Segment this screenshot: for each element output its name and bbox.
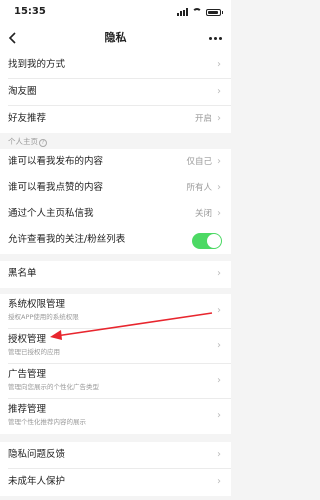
row-label: 淘友圈 <box>8 86 37 97</box>
row-who-see-posts[interactable]: 谁可以看我发布的内容 仅自己 › <box>0 149 231 176</box>
row-label: 允许查看我的关注/粉丝列表 <box>8 234 126 245</box>
row-value: 开启 <box>194 114 212 124</box>
row-label: 系统权限管理 <box>8 299 66 310</box>
toggle-knob <box>207 234 221 248</box>
status-time: 15:35 <box>14 6 46 17</box>
row-find-me[interactable]: 找到我的方式 › <box>0 52 231 79</box>
chevron-right-icon: › <box>217 59 221 70</box>
section-label: 个人主页? <box>8 137 47 147</box>
chevron-right-icon: › <box>217 268 221 279</box>
status-bar: 15:35 <box>0 0 231 24</box>
more-dots-icon[interactable] <box>205 30 225 46</box>
row-subtitle: 管理向您展示的个性化广告类型 <box>8 383 99 391</box>
section-header-personal: 个人主页? <box>0 137 231 148</box>
row-system-permissions[interactable]: 系统权限管理 授权APP使用的系统权限 › <box>0 294 231 329</box>
row-label: 广告管理 <box>8 369 47 380</box>
row-recommend-management[interactable]: 推荐管理 管理个性化推荐内容的展示 › <box>0 399 231 434</box>
row-label: 隐私问题反馈 <box>8 449 66 460</box>
chevron-right-icon: › <box>217 340 221 351</box>
chevron-right-icon: › <box>217 305 221 316</box>
chevron-right-icon: › <box>217 476 221 487</box>
wifi-icon <box>192 8 202 16</box>
chevron-right-icon: › <box>217 375 221 386</box>
chevron-right-icon: › <box>217 410 221 421</box>
row-subtitle: 管理个性化推荐内容的展示 <box>8 418 86 426</box>
chevron-right-icon: › <box>217 156 221 167</box>
row-value: 仅自己 <box>186 157 212 167</box>
row-ad-management[interactable]: 广告管理 管理向您展示的个性化广告类型 › <box>0 364 231 399</box>
row-who-see-likes[interactable]: 谁可以看我点赞的内容 所有人 › <box>0 175 231 202</box>
follow-list-toggle[interactable] <box>192 233 222 249</box>
row-value: 关闭 <box>194 209 212 219</box>
chevron-right-icon: › <box>217 208 221 219</box>
row-label: 授权管理 <box>8 334 47 345</box>
chevron-right-icon: › <box>217 86 221 97</box>
row-label: 谁可以看我点赞的内容 <box>8 182 104 193</box>
status-icons <box>177 8 223 16</box>
chevron-right-icon: › <box>217 182 221 193</box>
chevron-right-icon: › <box>217 113 221 124</box>
page-title: 隐私 <box>104 31 127 44</box>
row-privacy-feedback[interactable]: 隐私问题反馈 › <box>0 442 231 469</box>
row-blacklist[interactable]: 黑名单 › <box>0 261 231 288</box>
row-label: 通过个人主页私信我 <box>8 208 94 219</box>
row-minor-protection[interactable]: 未成年人保护 › <box>0 469 231 496</box>
row-follow-list-visibility: 允许查看我的关注/粉丝列表 <box>0 227 231 254</box>
battery-icon <box>206 9 223 16</box>
row-subtitle: 管理已授权的应用 <box>8 348 60 356</box>
row-label: 未成年人保护 <box>8 476 66 487</box>
row-label: 找到我的方式 <box>8 59 66 70</box>
nav-bar: 隐私 <box>0 24 231 52</box>
row-label: 谁可以看我发布的内容 <box>8 156 104 167</box>
row-label: 黑名单 <box>8 268 37 279</box>
row-label: 好友推荐 <box>8 113 47 124</box>
row-subtitle: 授权APP使用的系统权限 <box>8 313 79 321</box>
row-friend-recommend[interactable]: 好友推荐 开启 › <box>0 106 231 133</box>
row-message-via-profile[interactable]: 通过个人主页私信我 关闭 › <box>0 201 231 228</box>
row-value: 所有人 <box>186 183 212 193</box>
row-label: 推荐管理 <box>8 404 47 415</box>
row-taoyou-circle[interactable]: 淘友圈 › <box>0 79 231 106</box>
chevron-right-icon: › <box>217 449 221 460</box>
row-authorization-management[interactable]: 授权管理 管理已授权的应用 › <box>0 329 231 364</box>
help-circle-icon[interactable]: ? <box>39 139 47 147</box>
signal-icon <box>177 8 188 16</box>
